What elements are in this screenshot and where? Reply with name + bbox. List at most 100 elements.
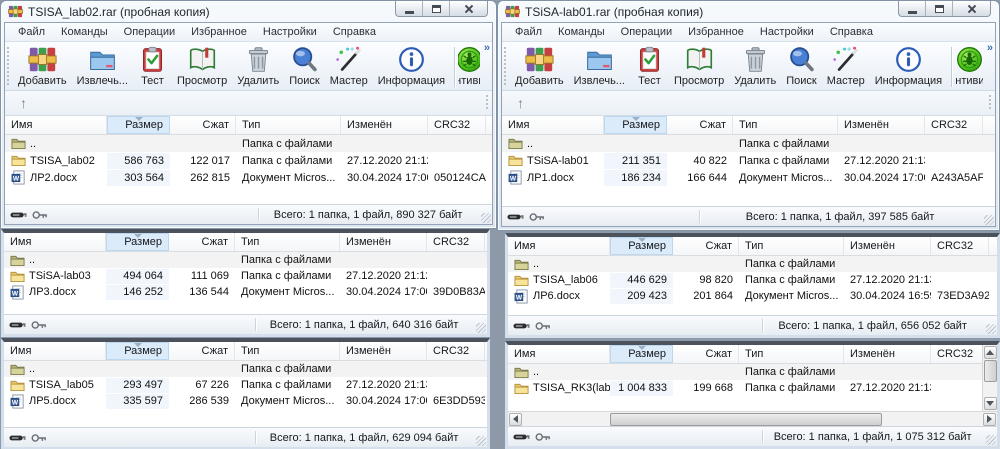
column-header-crc[interactable]: CRC32 xyxy=(428,116,486,134)
menu-item-1[interactable]: Команды xyxy=(550,24,613,40)
column-header-crc[interactable]: CRC32 xyxy=(427,342,485,360)
column-header-size[interactable]: Размер xyxy=(106,342,169,360)
file-row[interactable]: TSISA_lab05293 49767 226Папка с файлами2… xyxy=(4,377,487,393)
search-button[interactable]: Поиск xyxy=(284,44,324,88)
toolbar-overflow-chevron[interactable]: » xyxy=(484,42,489,54)
wizard-button[interactable]: Мастер xyxy=(325,44,373,88)
column-header-crc[interactable]: CRC32 xyxy=(931,237,989,255)
search-button[interactable]: Поиск xyxy=(781,44,821,88)
file-row[interactable]: ..Папка с файлами xyxy=(5,135,492,152)
column-header-name[interactable]: Имя xyxy=(5,116,107,134)
menu-item-0[interactable]: Файл xyxy=(10,24,53,40)
extract-button[interactable]: Извлечь... xyxy=(569,44,630,88)
column-header-name[interactable]: Имя xyxy=(4,342,106,360)
add-button[interactable]: Добавить xyxy=(510,44,569,88)
delete-button[interactable]: Удалить xyxy=(232,44,284,88)
column-header-crc[interactable]: CRC32 xyxy=(931,345,989,363)
scroll-left-button[interactable] xyxy=(509,413,522,426)
column-header-name[interactable]: Имя xyxy=(502,116,604,134)
column-header-type[interactable]: Тип xyxy=(235,233,340,251)
column-header-type[interactable]: Тип xyxy=(235,342,340,360)
column-header-name[interactable]: Имя xyxy=(508,345,610,363)
toolbar-overflow-chevron[interactable]: » xyxy=(987,42,992,54)
scroll-down-button[interactable] xyxy=(984,397,997,410)
restore-button[interactable] xyxy=(926,1,953,16)
column-header-packed[interactable]: Сжат xyxy=(170,116,236,134)
minimize-button[interactable] xyxy=(899,1,926,16)
test-button[interactable]: Тест xyxy=(133,44,172,88)
horizontal-scroll-thumb[interactable] xyxy=(610,413,883,426)
column-header-modified[interactable]: Изменён xyxy=(341,116,428,134)
column-header-packed[interactable]: Сжат xyxy=(169,233,235,251)
file-row[interactable]: WЛР6.docx209 423201 864Документ Micros..… xyxy=(508,288,997,304)
title-bar[interactable]: TSiSA-lab01.rar (пробная копия) xyxy=(498,1,999,22)
resize-grip[interactable] xyxy=(984,215,994,225)
menu-item-5[interactable]: Справка xyxy=(325,24,384,40)
vertical-scrollbar[interactable] xyxy=(982,345,997,411)
menu-item-4[interactable]: Настройки xyxy=(255,24,325,40)
column-header-packed[interactable]: Сжат xyxy=(673,237,739,255)
file-row[interactable]: ..Папка с файлами xyxy=(508,256,997,272)
info-button[interactable]: Информация xyxy=(870,44,947,88)
column-header-type[interactable]: Тип xyxy=(739,237,844,255)
view-button[interactable]: Просмотр xyxy=(172,44,232,88)
menu-item-5[interactable]: Справка xyxy=(822,24,881,40)
resize-grip[interactable] xyxy=(481,213,491,223)
file-row[interactable]: TSiSA-lab03494 064111 069Папка с файлами… xyxy=(4,268,487,284)
column-header-modified[interactable]: Изменён xyxy=(340,342,427,360)
resize-grip[interactable] xyxy=(476,323,486,333)
up-one-level-button[interactable]: ↑ xyxy=(508,96,533,110)
file-row[interactable]: TSiSA-lab01211 35140 822Папка с файлами2… xyxy=(502,152,995,169)
column-header-type[interactable]: Тип xyxy=(739,345,844,363)
file-row[interactable]: TSISA_lab02586 763122 017Папка с файлами… xyxy=(5,152,492,169)
file-row[interactable]: ..Папка с файлами xyxy=(4,361,487,377)
column-header-size[interactable]: Размер xyxy=(610,237,673,255)
restore-button[interactable] xyxy=(423,1,450,16)
scroll-up-button[interactable] xyxy=(984,346,997,359)
antivirus-button[interactable]: Антивир xyxy=(956,44,983,88)
file-row[interactable]: WЛР5.docx335 597286 539Документ Micros..… xyxy=(4,393,487,409)
close-button[interactable] xyxy=(953,1,990,16)
horizontal-scrollbar[interactable] xyxy=(508,411,997,426)
resize-grip[interactable] xyxy=(986,435,996,445)
resize-grip[interactable] xyxy=(986,324,996,334)
view-button[interactable]: Просмотр xyxy=(669,44,729,88)
file-row[interactable]: ..Папка с файлами xyxy=(4,252,487,268)
menu-item-1[interactable]: Команды xyxy=(53,24,116,40)
menu-item-0[interactable]: Файл xyxy=(507,24,550,40)
column-header-size[interactable]: Размер xyxy=(107,116,170,134)
column-header-modified[interactable]: Изменён xyxy=(844,237,931,255)
column-header-modified[interactable]: Изменён xyxy=(838,116,925,134)
column-header-modified[interactable]: Изменён xyxy=(844,345,931,363)
column-header-crc[interactable]: CRC32 xyxy=(427,233,485,251)
menu-item-4[interactable]: Настройки xyxy=(752,24,822,40)
menu-item-2[interactable]: Операции xyxy=(613,24,680,40)
file-row[interactable]: WЛР3.docx146 252136 544Документ Micros..… xyxy=(4,284,487,300)
column-header-name[interactable]: Имя xyxy=(508,237,610,255)
file-row[interactable]: ..Папка с файлами xyxy=(508,364,997,380)
vertical-scroll-thumb[interactable] xyxy=(984,360,997,382)
file-row[interactable]: WЛР2.docx303 564262 815Документ Micros..… xyxy=(5,169,492,186)
delete-button[interactable]: Удалить xyxy=(729,44,781,88)
extract-button[interactable]: Извлечь... xyxy=(72,44,133,88)
add-button[interactable]: Добавить xyxy=(13,44,72,88)
wizard-button[interactable]: Мастер xyxy=(822,44,870,88)
column-header-packed[interactable]: Сжат xyxy=(169,342,235,360)
column-header-packed[interactable]: Сжат xyxy=(673,345,739,363)
column-header-size[interactable]: Размер xyxy=(610,345,673,363)
column-header-size[interactable]: Размер xyxy=(106,233,169,251)
column-header-type[interactable]: Тип xyxy=(236,116,341,134)
menu-item-3[interactable]: Избранное xyxy=(183,24,255,40)
file-row[interactable]: TSISA_lab06446 62998 820Папка с файлами2… xyxy=(508,272,997,288)
title-bar[interactable]: TSISA_lab02.rar (пробная копия) xyxy=(1,1,496,22)
scroll-right-button[interactable] xyxy=(983,413,996,426)
file-row[interactable]: WЛР1.docx186 234166 644Документ Micros..… xyxy=(502,169,995,186)
column-header-type[interactable]: Тип xyxy=(733,116,838,134)
test-button[interactable]: Тест xyxy=(630,44,669,88)
file-row[interactable]: TSISA_RK3(lab06)1 004 833199 668Папка с … xyxy=(508,380,997,396)
menu-item-2[interactable]: Операции xyxy=(116,24,183,40)
column-header-name[interactable]: Имя xyxy=(4,233,106,251)
column-header-crc[interactable]: CRC32 xyxy=(925,116,983,134)
column-header-size[interactable]: Размер xyxy=(604,116,667,134)
file-row[interactable]: ..Папка с файлами xyxy=(502,135,995,152)
